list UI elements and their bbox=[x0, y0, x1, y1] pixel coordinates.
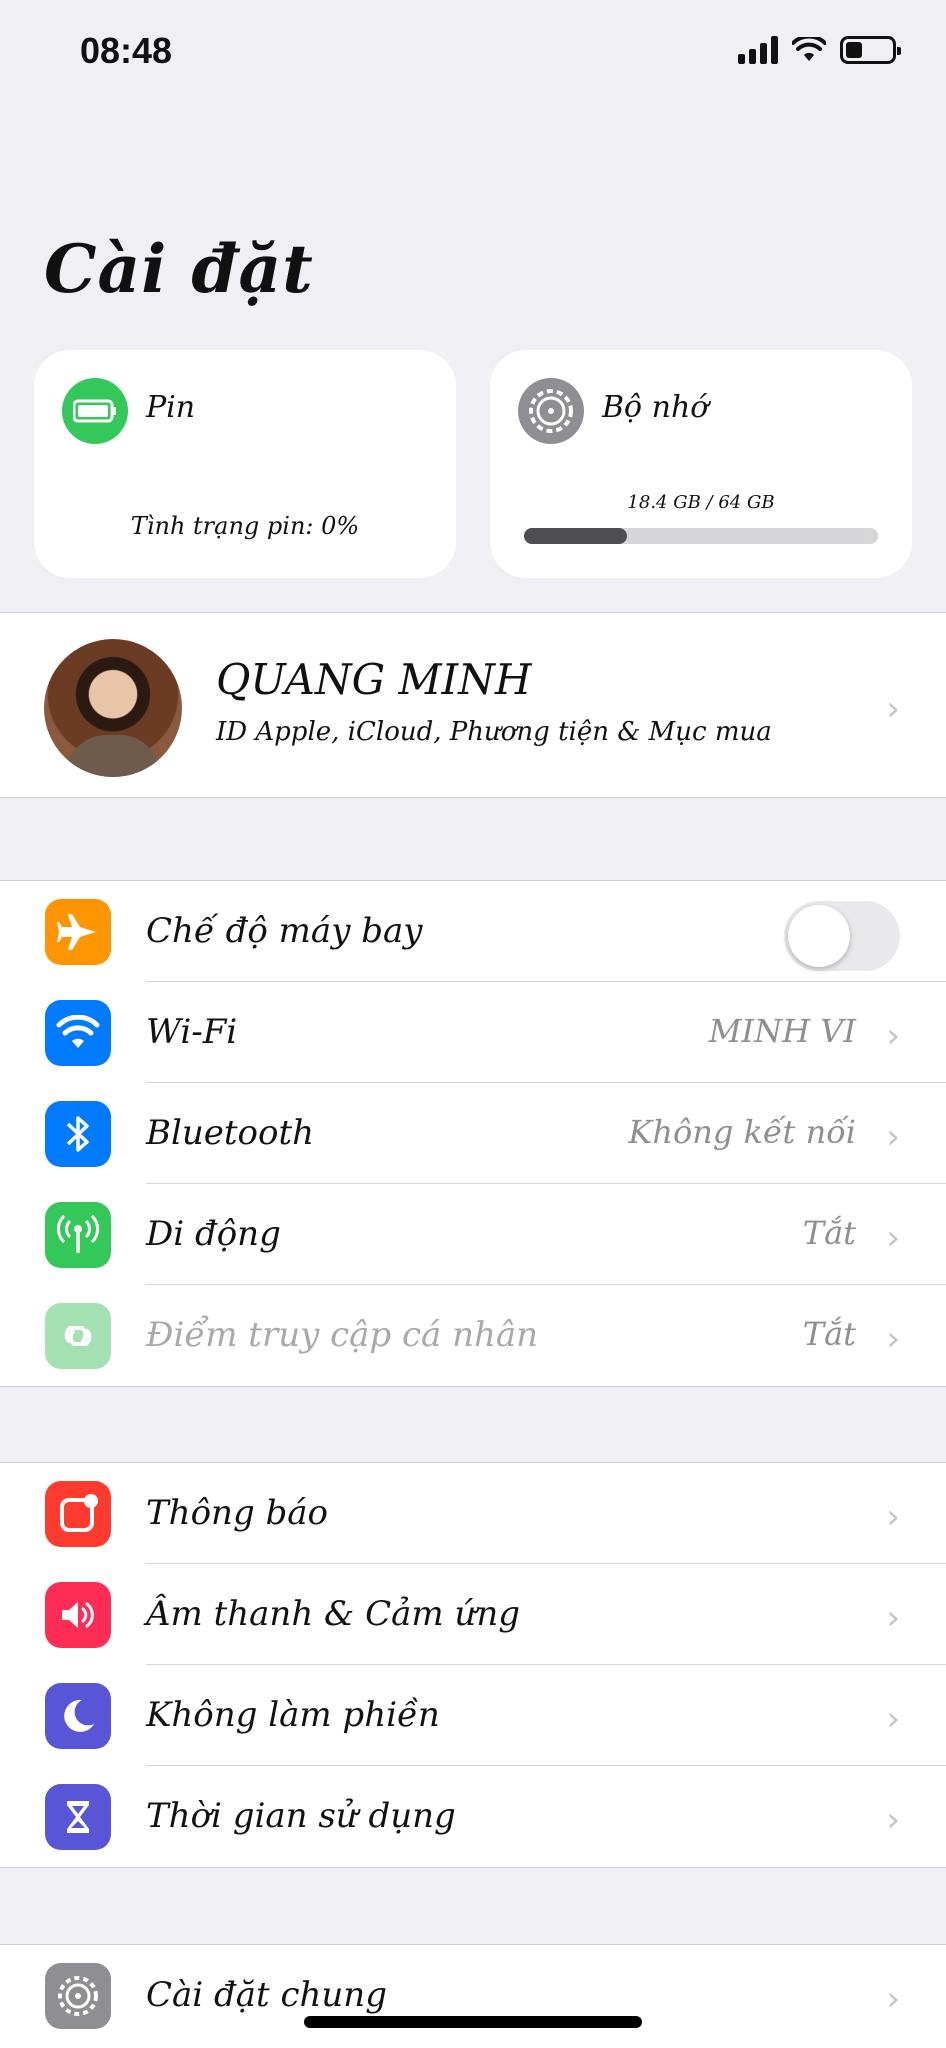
row-label: Wi-Fi bbox=[146, 1012, 238, 1052]
row-label: Điểm truy cập cá nhân bbox=[146, 1315, 539, 1355]
storage-bar bbox=[524, 528, 878, 544]
chevron-right-icon: › bbox=[886, 1497, 900, 1537]
chevron-right-icon: › bbox=[886, 1800, 900, 1840]
settings-row-sounds[interactable]: Âm thanh & Cảm ứng › bbox=[0, 1564, 946, 1665]
battery-card-label: Pin bbox=[146, 390, 196, 425]
battery-card[interactable]: Pin Tình trạng pin: 0% bbox=[34, 350, 456, 578]
profile-name: QUANG MINH bbox=[216, 655, 532, 704]
settings-row-notifications[interactable]: Thông báo › bbox=[0, 1463, 946, 1564]
row-label: Chế độ máy bay bbox=[146, 911, 423, 951]
chevron-right-icon: › bbox=[886, 1218, 900, 1258]
storage-card[interactable]: Bộ nhớ 18.4 GB / 64 GB bbox=[490, 350, 912, 578]
row-label: Di động bbox=[146, 1214, 281, 1254]
status-icons bbox=[738, 36, 901, 64]
chevron-right-icon: › bbox=[886, 689, 900, 729]
settings-row-screen-time[interactable]: Thời gian sử dụng › bbox=[0, 1766, 946, 1867]
battery-status-icon bbox=[840, 36, 901, 64]
settings-row-personal-hotspot[interactable]: Điểm truy cập cá nhân Tắt › bbox=[0, 1285, 946, 1386]
notifications-icon bbox=[45, 1481, 111, 1547]
profile-row[interactable]: QUANG MINH ID Apple, iCloud, Phương tiện… bbox=[0, 612, 946, 798]
row-label: Thông báo bbox=[146, 1493, 329, 1533]
home-indicator[interactable] bbox=[304, 2016, 642, 2028]
row-label: Âm thanh & Cảm ứng bbox=[146, 1594, 520, 1634]
row-value: MINH VI bbox=[708, 1012, 856, 1050]
wifi-icon bbox=[45, 1000, 111, 1066]
storage-usage-text: 18.4 GB / 64 GB bbox=[627, 492, 775, 513]
cellular-icon bbox=[45, 1202, 111, 1268]
chevron-right-icon: › bbox=[886, 1016, 900, 1056]
row-label: Cài đặt chung bbox=[146, 1975, 387, 2015]
gear-icon bbox=[45, 1963, 111, 2029]
sound-icon bbox=[45, 1582, 111, 1648]
airplane-icon bbox=[45, 899, 111, 965]
status-time: 08:48 bbox=[80, 30, 173, 71]
storage-bar-fill bbox=[524, 528, 627, 544]
avatar bbox=[44, 639, 182, 777]
settings-row-general[interactable]: Cài đặt chung › bbox=[0, 1945, 946, 2046]
row-label: Bluetooth bbox=[146, 1113, 315, 1153]
wifi-status-icon bbox=[792, 37, 826, 61]
settings-row-cellular[interactable]: Di động Tắt › bbox=[0, 1184, 946, 1285]
chevron-right-icon: › bbox=[886, 1979, 900, 2019]
airplane-mode-toggle[interactable] bbox=[784, 901, 900, 971]
row-value: Tắt bbox=[802, 1214, 856, 1252]
row-label: Thời gian sử dụng bbox=[146, 1796, 456, 1836]
general-group: Cài đặt chung › bbox=[0, 1944, 946, 2048]
status-bar: 08:48 bbox=[0, 0, 946, 100]
row-value: Không kết nối bbox=[628, 1113, 856, 1151]
hotspot-icon bbox=[45, 1303, 111, 1369]
bluetooth-icon bbox=[45, 1101, 111, 1167]
connectivity-group: Chế độ máy bay Wi-Fi MINH VI › Bluetooth… bbox=[0, 880, 946, 1387]
gear-icon bbox=[518, 378, 584, 444]
chevron-right-icon: › bbox=[886, 1117, 900, 1157]
chevron-right-icon: › bbox=[886, 1598, 900, 1638]
row-label: Không làm phiền bbox=[146, 1695, 440, 1735]
settings-row-airplane-mode[interactable]: Chế độ máy bay bbox=[0, 881, 946, 982]
moon-icon bbox=[45, 1683, 111, 1749]
settings-row-bluetooth[interactable]: Bluetooth Không kết nối › bbox=[0, 1083, 946, 1184]
settings-row-wifi[interactable]: Wi-Fi MINH VI › bbox=[0, 982, 946, 1083]
page-title: Cài đặt bbox=[44, 230, 314, 308]
storage-card-label: Bộ nhớ bbox=[602, 390, 709, 425]
profile-subtitle: ID Apple, iCloud, Phương tiện & Mục mua bbox=[216, 717, 772, 747]
battery-status-text: Tình trạng pin: 0% bbox=[130, 512, 360, 540]
battery-icon bbox=[62, 378, 128, 444]
row-value: Tắt bbox=[802, 1315, 856, 1353]
chevron-right-icon: › bbox=[886, 1319, 900, 1359]
notifications-group: Thông báo › Âm thanh & Cảm ứng › Không l… bbox=[0, 1462, 946, 1868]
signal-icon bbox=[738, 36, 778, 64]
chevron-right-icon: › bbox=[886, 1699, 900, 1739]
hourglass-icon bbox=[45, 1784, 111, 1850]
settings-row-do-not-disturb[interactable]: Không làm phiền › bbox=[0, 1665, 946, 1766]
